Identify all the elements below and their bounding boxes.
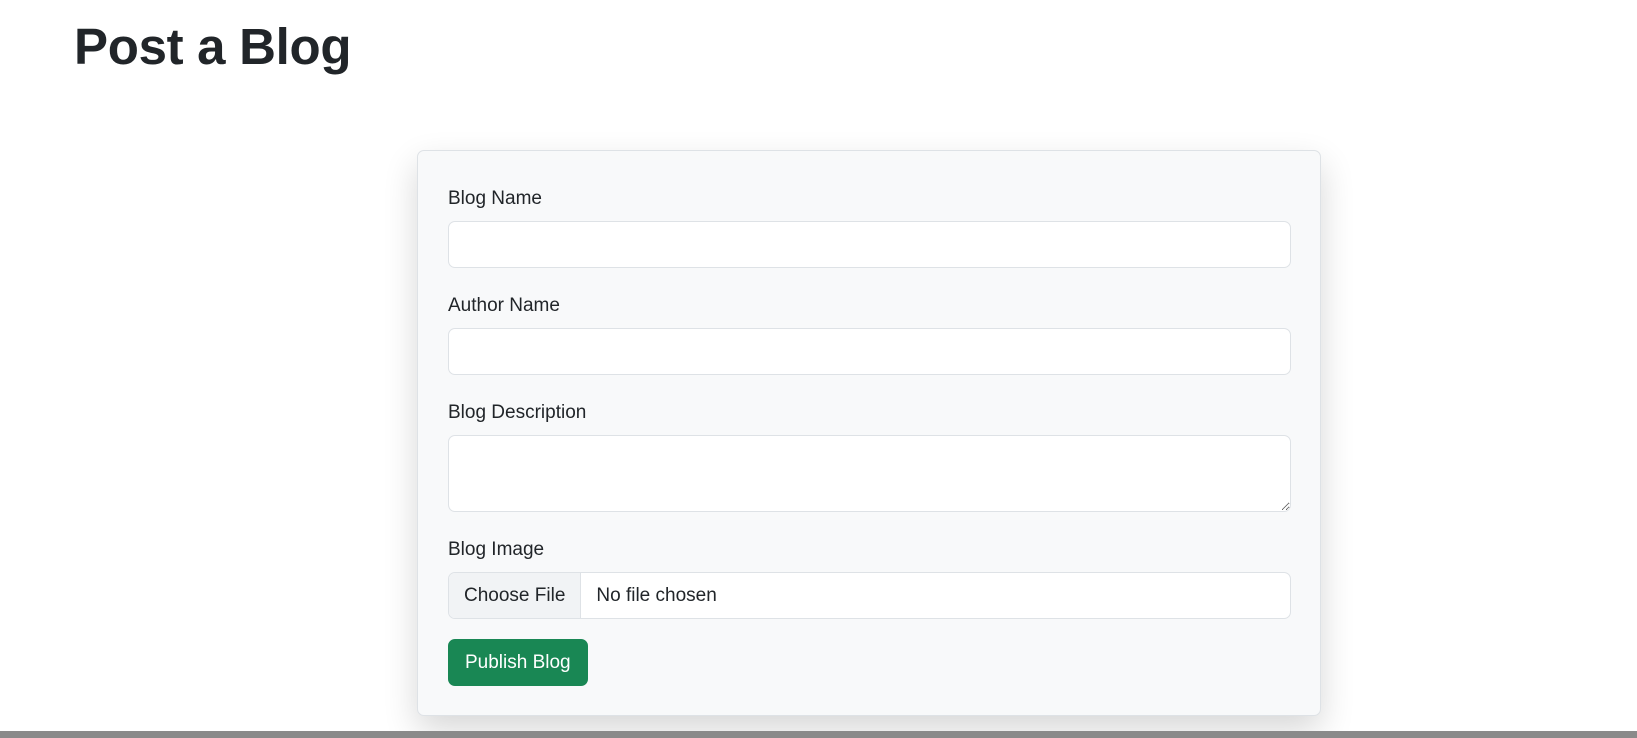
file-status-text: No file chosen (596, 584, 717, 606)
blog-image-file-input[interactable]: Choose File No file chosen (448, 572, 1291, 619)
horizontal-scrollbar[interactable] (0, 731, 1637, 738)
author-name-label: Author Name (448, 295, 560, 316)
choose-file-button[interactable]: Choose File (449, 573, 582, 618)
blog-name-input[interactable] (448, 221, 1291, 268)
blog-image-label: Blog Image (448, 539, 545, 560)
blog-name-label: Blog Name (448, 188, 542, 209)
author-name-input[interactable] (448, 328, 1291, 375)
publish-blog-button[interactable]: Publish Blog (448, 639, 588, 686)
page-title: Post a Blog (74, 18, 352, 75)
blog-description-textarea[interactable] (448, 435, 1291, 512)
blog-description-label: Blog Description (448, 402, 587, 423)
blog-form-card: Blog Name Author Name Blog Description B… (417, 150, 1321, 716)
